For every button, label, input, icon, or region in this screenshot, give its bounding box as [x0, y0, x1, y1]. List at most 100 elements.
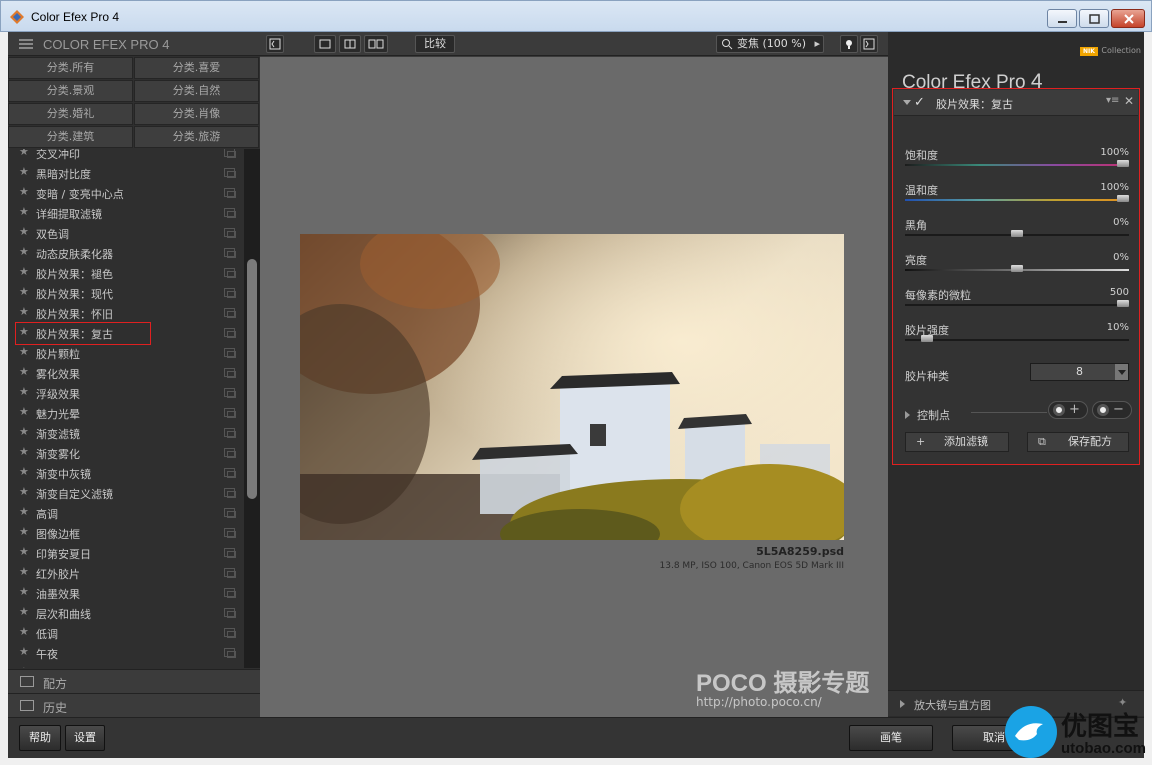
star-icon[interactable]: ★	[19, 425, 29, 438]
control-points-toggle[interactable]: 控制点	[905, 407, 950, 423]
maximize-button[interactable]	[1079, 9, 1109, 28]
star-icon[interactable]: ★	[19, 225, 29, 238]
slider-knob[interactable]	[1117, 160, 1129, 167]
filter-enabled-checkbox[interactable]: ✓	[914, 95, 925, 110]
star-icon[interactable]: ★	[19, 665, 29, 668]
preview-canvas[interactable]: 5L5A8259.psd 13.8 MP, ISO 100, Canon EOS…	[260, 57, 888, 717]
star-icon[interactable]: ★	[19, 365, 29, 378]
category-wedding[interactable]: 分类.婚礼	[8, 103, 133, 125]
slider-knob[interactable]	[921, 335, 933, 342]
star-icon[interactable]: ★	[19, 545, 29, 558]
film-type-select[interactable]: 8	[1030, 363, 1129, 381]
star-icon[interactable]: ★	[19, 185, 29, 198]
star-icon[interactable]: ★	[19, 485, 29, 498]
category-all[interactable]: 分类.所有	[8, 57, 133, 79]
star-icon[interactable]: ★	[19, 645, 29, 658]
slider-1[interactable]: 温和度 100%	[893, 182, 1139, 216]
add-control-point-button[interactable]: +	[1048, 401, 1088, 419]
star-icon[interactable]: ★	[19, 445, 29, 458]
help-button[interactable]: 帮助	[19, 725, 61, 751]
star-icon[interactable]: ★	[19, 165, 29, 178]
filter-list-item[interactable]: ★ 层次和曲线	[8, 603, 244, 623]
toggle-browser-button[interactable]	[266, 35, 284, 53]
category-nature[interactable]: 分类.自然	[134, 80, 259, 102]
brush-button[interactable]: 画笔	[849, 725, 933, 751]
filter-list-item[interactable]: ★ 浮级效果	[8, 383, 244, 403]
preview-image[interactable]	[300, 234, 844, 540]
star-icon[interactable]: ★	[19, 565, 29, 578]
filter-list-item[interactable]: ★ 交叉冲印	[8, 149, 244, 163]
slider-knob[interactable]	[1011, 265, 1023, 272]
toggle-controls-button[interactable]	[860, 35, 878, 53]
side-by-side-button[interactable]	[364, 35, 388, 53]
star-icon[interactable]: ★	[19, 625, 29, 638]
close-button[interactable]	[1111, 9, 1145, 28]
filter-list-item[interactable]: ★ 油墨效果	[8, 583, 244, 603]
star-icon[interactable]: ★	[19, 465, 29, 478]
scrollbar-thumb[interactable]	[247, 259, 257, 499]
filter-list-scrollbar[interactable]	[244, 149, 260, 668]
star-icon[interactable]: ★	[19, 265, 29, 278]
compare-button[interactable]: 比较	[415, 35, 455, 53]
split-view-button[interactable]	[339, 35, 361, 53]
slider-knob[interactable]	[1011, 230, 1023, 237]
star-icon[interactable]: ★	[19, 345, 29, 358]
filter-list-item[interactable]: ★ 胶片颗粒	[8, 343, 244, 363]
history-section[interactable]: 历史	[8, 693, 260, 717]
slider-4[interactable]: 每像素的微粒 500	[893, 287, 1139, 321]
filter-list-item[interactable]: ★ 变暗 / 变亮中心点	[8, 183, 244, 203]
slider-track[interactable]	[905, 164, 1129, 166]
filter-list-item[interactable]: ★ 魅力光晕	[8, 403, 244, 423]
filter-list-item[interactable]: ★ 渐变自定义滤镜	[8, 483, 244, 503]
star-icon[interactable]: ★	[19, 585, 29, 598]
save-recipe-button[interactable]: ⧉ 保存配方	[1027, 432, 1129, 452]
star-icon[interactable]: ★	[19, 149, 29, 158]
slider-3[interactable]: 亮度 0%	[893, 252, 1139, 286]
star-icon[interactable]: ★	[19, 245, 29, 258]
slider-track[interactable]	[905, 199, 1129, 201]
category-favorites[interactable]: 分类.喜爱	[134, 57, 259, 79]
filter-list-item[interactable]: ★ 渐变雾化	[8, 443, 244, 463]
filter-list-item[interactable]: ★…	[8, 663, 244, 668]
single-view-button[interactable]	[314, 35, 336, 53]
add-filter-button[interactable]: + 添加滤镜	[905, 432, 1009, 452]
collapse-triangle-icon[interactable]	[903, 100, 911, 105]
lightbulb-button[interactable]	[840, 35, 858, 53]
filter-list-item[interactable]: ★ 渐变滤镜	[8, 423, 244, 443]
filter-list-item[interactable]: ★ 午夜	[8, 643, 244, 663]
star-icon[interactable]: ★	[19, 505, 29, 518]
filter-list-item[interactable]: ★ 动态皮肤柔化器	[8, 243, 244, 263]
star-icon[interactable]: ★	[19, 285, 29, 298]
recipes-section[interactable]: 配方	[8, 669, 260, 693]
category-landscape[interactable]: 分类.景观	[8, 80, 133, 102]
filter-list-item[interactable]: ★ 胶片效果：褪色	[8, 263, 244, 283]
star-icon[interactable]: ★	[19, 525, 29, 538]
filter-list-item[interactable]: ★ 图像边框	[8, 523, 244, 543]
slider-track[interactable]	[905, 339, 1129, 341]
remove-filter-icon[interactable]: ✕	[1124, 94, 1134, 108]
filter-list-item[interactable]: ★ 印第安夏日	[8, 543, 244, 563]
filter-list-item[interactable]: ★ 高调	[8, 503, 244, 523]
filter-list-item[interactable]: ★ 黑暗对比度	[8, 163, 244, 183]
slider-knob[interactable]	[1117, 195, 1129, 202]
star-icon[interactable]: ★	[19, 205, 29, 218]
filter-list-item[interactable]: ★ 红外胶片	[8, 563, 244, 583]
filter-list-item[interactable]: ★ 雾化效果	[8, 363, 244, 383]
slider-5[interactable]: 胶片强度 10%	[893, 322, 1139, 356]
zoom-dropdown[interactable]: 变焦 (100 %) ▸	[716, 35, 824, 53]
settings-button[interactable]: 设置	[65, 725, 105, 751]
filter-list-item[interactable]: ★ 渐变中灰镜	[8, 463, 244, 483]
menu-icon[interactable]	[19, 39, 33, 49]
slider-2[interactable]: 黑角 0%	[893, 217, 1139, 251]
slider-0[interactable]: 饱和度 100%	[893, 147, 1139, 181]
star-icon[interactable]: ★	[19, 305, 29, 318]
filter-list-item[interactable]: ★ 胶片效果：怀旧	[8, 303, 244, 323]
filter-list-item[interactable]: ★ 双色调	[8, 223, 244, 243]
star-icon[interactable]: ★	[19, 605, 29, 618]
filter-menu-icon[interactable]: ▾≡	[1106, 95, 1119, 106]
category-portrait[interactable]: 分类.肖像	[134, 103, 259, 125]
filter-list-item[interactable]: ★ 详细提取滤镜	[8, 203, 244, 223]
star-icon[interactable]: ★	[19, 405, 29, 418]
remove-control-point-button[interactable]: −	[1092, 401, 1132, 419]
category-travel[interactable]: 分类.旅游	[134, 126, 259, 148]
